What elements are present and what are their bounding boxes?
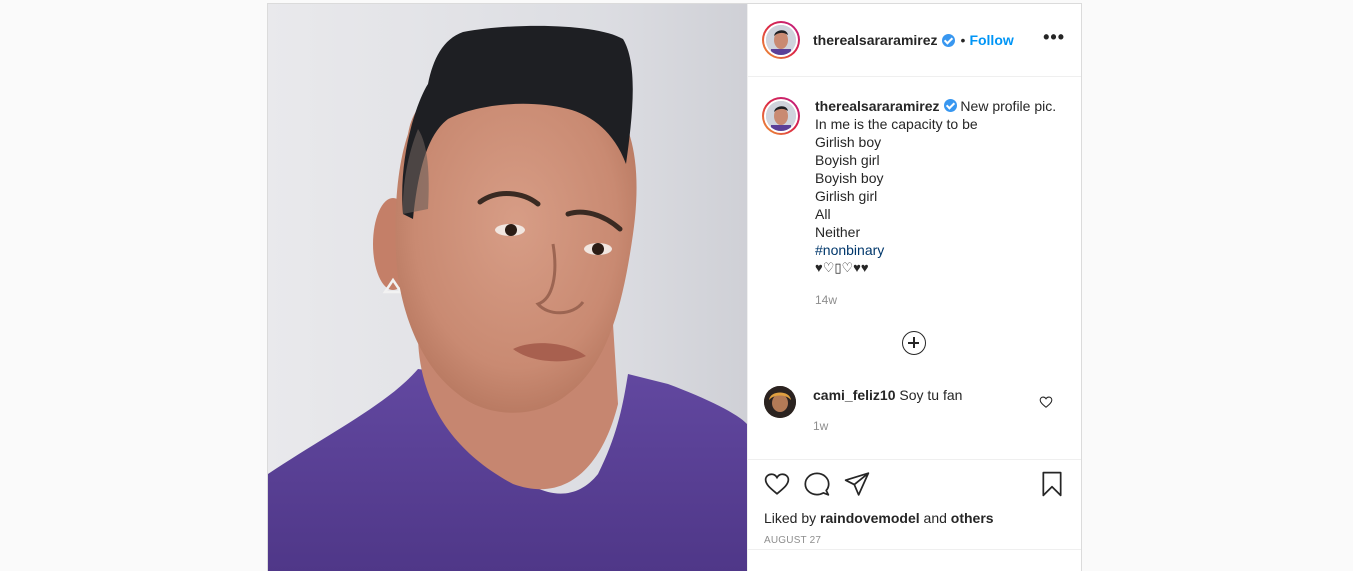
caption-line: Boyish boy [815,170,884,186]
comment-body: cami_feliz10 Soy tu fan 1w [813,386,962,435]
post-photo[interactable] [268,4,747,571]
post-date[interactable]: AUGUST 27 [764,535,1065,546]
caption-line: Girlish girl [815,188,878,204]
caption-text: therealsararamirez New profile pic. In m… [815,97,1056,309]
plus-circle-icon[interactable] [902,331,926,355]
bookmark-icon[interactable] [1039,471,1065,497]
caption-username[interactable]: therealsararamirez [815,98,940,114]
heart-icon[interactable] [764,471,790,497]
caption-line: Boyish girl [815,152,880,168]
separator-dot: • [960,32,966,48]
caption-line: Girlish boy [815,134,882,150]
avatar-image [766,25,796,55]
avatar-image [766,101,796,131]
liked-and: and [923,510,947,526]
caption-line: All [815,206,831,222]
caption-line: New profile pic. [960,98,1057,114]
caption-avatar[interactable] [762,97,800,135]
caption-line: In me is the capacity to be [815,116,978,132]
liked-prefix: Liked by [764,510,817,526]
commenter-username[interactable]: cami_feliz10 [813,387,896,403]
liked-others-link[interactable]: others [951,510,994,526]
post-header: therealsararamirez • Follow ••• [748,4,1081,77]
comment-item: cami_feliz10 Soy tu fan 1w [762,386,1067,435]
comment-timestamp[interactable]: 1w [813,417,962,435]
liked-by: Liked by raindovemodel and others [764,510,1065,526]
comment-bubble-icon[interactable] [804,471,830,497]
action-bar: Liked by raindovemodel and others AUGUST… [748,459,1081,549]
avatar-image [764,386,796,418]
selfie-image [268,4,747,571]
post-card: therealsararamirez • Follow ••• thereals… [267,3,1082,571]
comment-text: Soy tu fan [899,387,963,403]
paper-plane-icon[interactable] [844,471,870,497]
follow-button[interactable]: Follow [969,32,1013,48]
heart-icon[interactable] [1039,395,1053,409]
commenter-avatar[interactable] [764,386,796,418]
heart-emojis: ♥♡▯♡♥♥ [815,260,869,275]
header-username[interactable]: therealsararamirez [813,32,938,48]
verified-badge-icon [943,99,957,112]
hashtag-link[interactable]: #nonbinary [815,241,1056,259]
add-comment-area[interactable] [748,549,1081,571]
caption: therealsararamirez New profile pic. In m… [762,97,1067,309]
more-options-icon[interactable]: ••• [1043,28,1065,52]
comments-section: therealsararamirez New profile pic. In m… [748,77,1081,459]
post-sidebar: therealsararamirez • Follow ••• thereals… [747,4,1081,571]
caption-timestamp[interactable]: 14w [815,291,1056,309]
verified-badge-icon [941,33,955,47]
caption-line: Neither [815,224,861,240]
liked-user-link[interactable]: raindovemodel [820,510,920,526]
profile-avatar[interactable] [762,21,800,59]
